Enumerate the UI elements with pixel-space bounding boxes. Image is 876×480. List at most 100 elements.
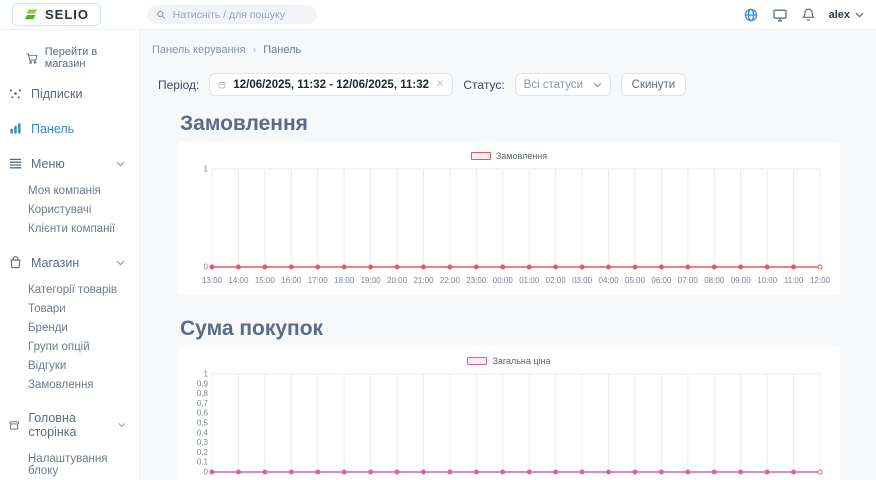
logo-text: SELIO	[45, 7, 89, 22]
orders-chart-card: Замовлення 13:0014:0015:0016:0017:0018:0…	[178, 142, 840, 295]
svg-text:14:00: 14:00	[228, 276, 249, 285]
subscriptions-icon	[8, 86, 23, 101]
sidebar-store-link[interactable]: Перейти в магазин	[0, 36, 139, 76]
homepage-sublist: Налаштування блоку Банери Сторінки Новин…	[0, 449, 139, 480]
search-icon	[156, 9, 167, 21]
svg-text:0: 0	[204, 263, 209, 272]
svg-text:21:00: 21:00	[413, 276, 434, 285]
chevron-down-icon	[118, 422, 125, 428]
chevron-down-icon	[855, 12, 864, 18]
sidebar-item-subscriptions[interactable]: Підписки	[0, 76, 139, 111]
sidebar-item-homepage[interactable]: Головна сторінка	[0, 401, 139, 449]
breadcrumb-current: Панель	[263, 44, 301, 56]
search-input[interactable]	[173, 9, 308, 21]
svg-text:03:00: 03:00	[572, 276, 593, 285]
svg-text:05:00: 05:00	[625, 276, 646, 285]
shopping-bag-icon	[8, 255, 23, 270]
sidebar-item-label: Меню	[31, 157, 65, 171]
legend-label: Загальна ціна	[492, 356, 550, 366]
sidebar-subitem-block-settings[interactable]: Налаштування блоку	[28, 449, 139, 480]
sidebar: Перейти в магазин Підписки Панель Меню М…	[0, 30, 140, 480]
orders-chart: Замовлення 13:0014:0015:0016:0017:0018:0…	[186, 148, 832, 289]
sidebar-subitem-users[interactable]: Користувачі	[28, 200, 139, 219]
user-menu[interactable]: alex	[829, 9, 864, 21]
purchases-chart-legend: Загальна ціна	[186, 353, 832, 368]
svg-text:0: 0	[204, 468, 209, 477]
svg-text:10:00: 10:00	[757, 276, 778, 285]
svg-text:20:00: 20:00	[387, 276, 408, 285]
sidebar-subitem-products[interactable]: Товари	[28, 299, 139, 318]
svg-text:02:00: 02:00	[546, 276, 567, 285]
clear-period-icon[interactable]: ✕	[436, 79, 444, 90]
svg-text:0,3: 0,3	[197, 438, 209, 447]
sidebar-item-dashboard[interactable]: Панель	[0, 111, 139, 146]
svg-text:0,4: 0,4	[197, 428, 209, 437]
homepage-icon	[8, 418, 20, 433]
selio-logo-icon	[24, 7, 39, 22]
svg-text:1: 1	[204, 370, 209, 379]
sidebar-subitem-reviews[interactable]: Відгуки	[28, 356, 139, 375]
svg-text:0,2: 0,2	[197, 448, 209, 457]
notifications-bell-icon[interactable]	[801, 7, 816, 22]
shop-sublist: Категорії товарів Товари Бренди Групи оп…	[0, 280, 139, 401]
svg-text:08:00: 08:00	[704, 276, 725, 285]
svg-text:07:00: 07:00	[678, 276, 699, 285]
svg-text:15:00: 15:00	[255, 276, 276, 285]
username: alex	[829, 9, 850, 21]
sidebar-subitem-my-company[interactable]: Моя компанія	[28, 181, 139, 200]
breadcrumb: Панель керування › Панель	[150, 44, 876, 56]
orders-chart-legend: Замовлення	[186, 148, 832, 163]
svg-text:01:00: 01:00	[519, 276, 540, 285]
chevron-down-icon	[593, 82, 602, 88]
svg-text:13:00: 13:00	[202, 276, 223, 285]
svg-text:0,7: 0,7	[197, 399, 209, 408]
svg-text:0,5: 0,5	[197, 419, 209, 428]
orders-section-title: Замовлення	[180, 112, 876, 136]
legend-swatch	[471, 152, 491, 160]
reset-button[interactable]: Скинути	[621, 73, 687, 96]
status-select[interactable]: Всі статуси	[515, 73, 611, 96]
purchases-chart-svg: 13:0014:0015:0016:0017:0018:0019:0020:00…	[186, 368, 832, 480]
logo[interactable]: SELIO	[12, 3, 101, 26]
purchases-chart: Загальна ціна 13:0014:0015:0016:0017:001…	[186, 353, 832, 480]
store-link-label: Перейти в магазин	[45, 46, 139, 70]
svg-text:09:00: 09:00	[731, 276, 752, 285]
sidebar-subitem-company-clients[interactable]: Клієнти компанії	[28, 219, 139, 238]
sidebar-item-label: Головна сторінка	[28, 411, 109, 439]
svg-text:00:00: 00:00	[493, 276, 514, 285]
svg-text:23:00: 23:00	[466, 276, 487, 285]
sidebar-item-menu[interactable]: Меню	[0, 146, 139, 181]
svg-text:12:00: 12:00	[810, 276, 831, 285]
breadcrumb-home[interactable]: Панель керування	[152, 44, 246, 56]
sidebar-item-label: Панель	[31, 122, 74, 136]
period-value: 12/06/2025, 11:32 - 12/06/2025, 11:32	[233, 79, 429, 91]
filter-row: Період: 12/06/2025, 11:32 - 12/06/2025, …	[158, 73, 876, 96]
language-globe-icon[interactable]	[743, 7, 759, 23]
svg-text:11:00: 11:00	[784, 276, 804, 285]
purchases-section-title: Сума покупок	[180, 317, 876, 341]
orders-chart-svg: 13:0014:0015:0016:0017:0018:0019:0020:00…	[186, 163, 832, 289]
svg-text:0,6: 0,6	[197, 409, 209, 418]
sidebar-subitem-brands[interactable]: Бренди	[28, 318, 139, 337]
legend-label: Замовлення	[496, 151, 547, 161]
svg-text:04:00: 04:00	[599, 276, 620, 285]
sidebar-subitem-product-categories[interactable]: Категорії товарів	[28, 280, 139, 299]
sidebar-item-label: Підписки	[31, 87, 83, 101]
svg-text:16:00: 16:00	[281, 276, 302, 285]
sidebar-item-label: Магазин	[31, 256, 79, 270]
svg-text:17:00: 17:00	[308, 276, 329, 285]
monitor-icon[interactable]	[772, 7, 788, 23]
cart-icon	[26, 52, 39, 65]
menu-icon	[8, 156, 23, 171]
sidebar-item-shop[interactable]: Магазин	[0, 245, 139, 280]
svg-text:0,8: 0,8	[197, 389, 209, 398]
svg-text:06:00: 06:00	[651, 276, 672, 285]
period-input[interactable]: 12/06/2025, 11:32 - 12/06/2025, 11:32 ✕	[209, 73, 453, 96]
svg-text:0,1: 0,1	[197, 458, 209, 467]
search-bar[interactable]	[147, 5, 317, 24]
top-header: SELIO alex	[0, 0, 876, 30]
sidebar-subitem-orders[interactable]: Замовлення	[28, 375, 139, 394]
status-label: Статус:	[463, 78, 504, 92]
sidebar-subitem-option-groups[interactable]: Групи опцій	[28, 337, 139, 356]
purchases-chart-card: Загальна ціна 13:0014:0015:0016:0017:001…	[178, 347, 840, 480]
